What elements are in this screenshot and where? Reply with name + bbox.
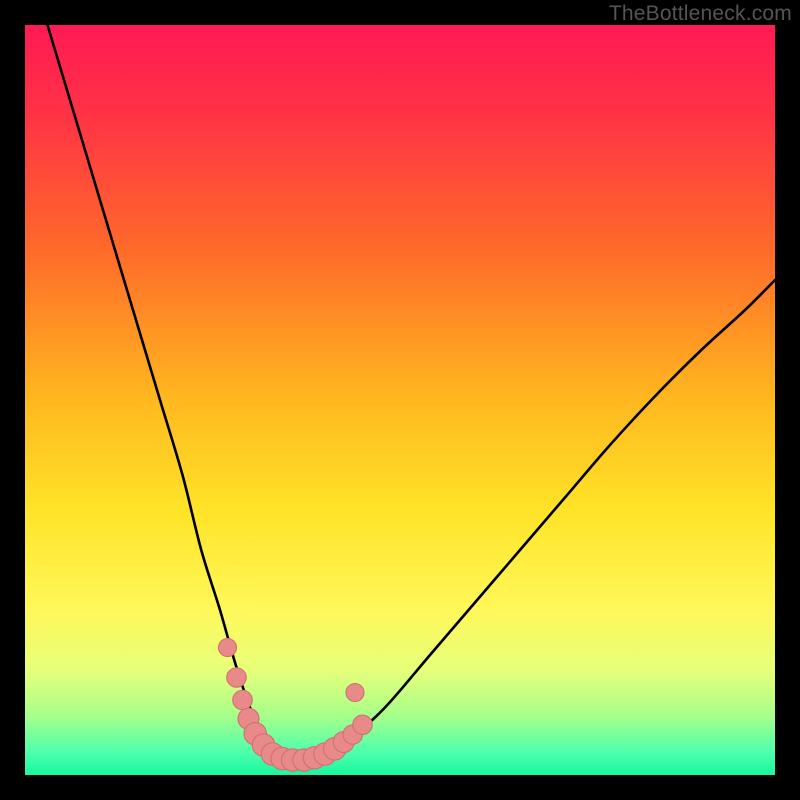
watermark-text: TheBottleneck.com: [609, 2, 792, 26]
data-marker: [219, 639, 237, 657]
bottleneck-curve: [48, 25, 776, 760]
data-marker: [227, 668, 247, 687]
data-marker: [346, 684, 364, 702]
chart-frame: TheBottleneck.com: [0, 0, 800, 800]
plot-area: [25, 25, 775, 775]
data-markers: [219, 639, 373, 772]
data-marker: [233, 690, 253, 709]
curve-layer: [25, 25, 775, 775]
data-marker: [353, 715, 373, 735]
